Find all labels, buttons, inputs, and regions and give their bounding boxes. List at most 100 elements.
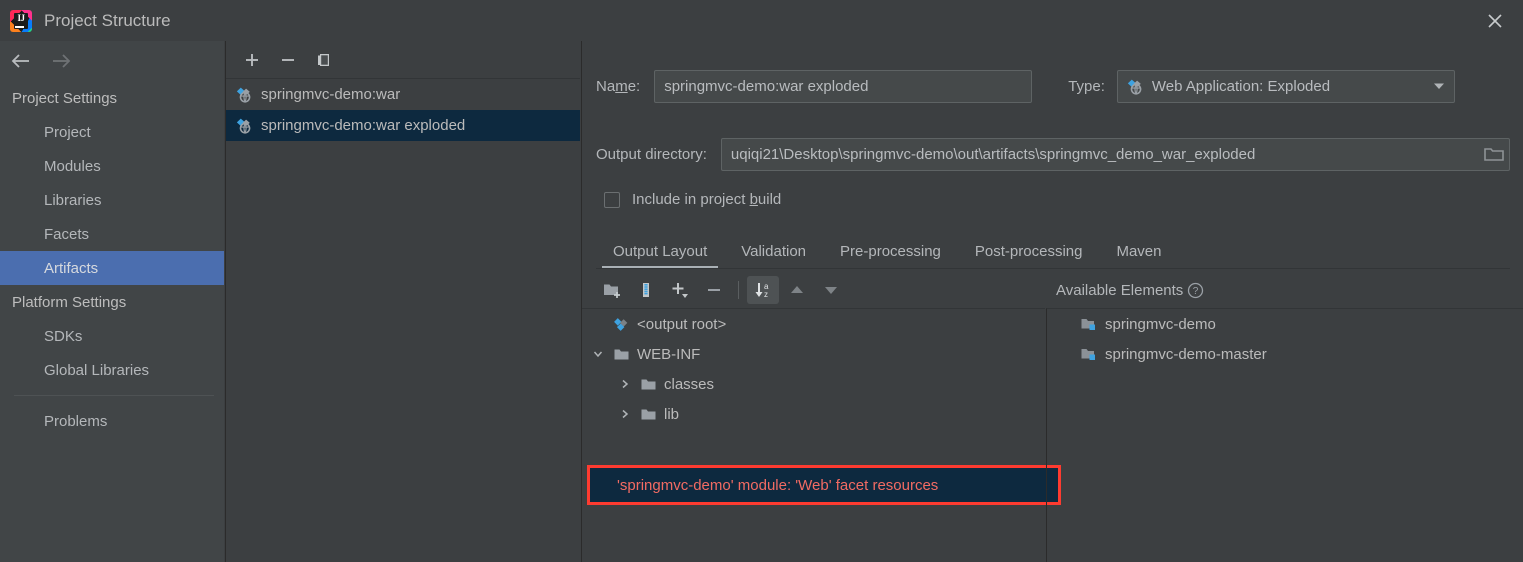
- create-archive-button[interactable]: [630, 276, 662, 304]
- move-up-button[interactable]: [781, 276, 813, 304]
- name-input-value: springmvc-demo:war exploded: [664, 77, 869, 95]
- tree-node[interactable]: <output root>: [582, 309, 1045, 339]
- logo-underbar: [15, 25, 24, 28]
- output-directory-label: Output directory:: [596, 145, 707, 163]
- back-button[interactable]: [8, 48, 34, 74]
- sidebar-item-facets[interactable]: Facets: [0, 217, 224, 251]
- minus-icon: [708, 289, 720, 291]
- output-directory-row: Output directory: uqiqi21\Desktop\spring…: [596, 137, 1510, 171]
- chevron-right-icon[interactable]: [617, 406, 633, 422]
- tab-validation[interactable]: Validation: [724, 243, 823, 269]
- create-directory-button[interactable]: [596, 276, 628, 304]
- tabs-divider: [596, 268, 1510, 269]
- sidebar-item-artifacts[interactable]: Artifacts: [0, 251, 224, 285]
- settings-sidebar: Project Settings Project Modules Librari…: [0, 41, 224, 562]
- folder-icon: [641, 409, 656, 419]
- new-folder-icon: [604, 284, 620, 298]
- sidebar-divider: [14, 395, 214, 396]
- available-element-item[interactable]: springmvc-demo: [1047, 309, 1523, 339]
- sidebar-item-modules[interactable]: Modules: [0, 149, 224, 183]
- folder-icon: [641, 379, 656, 389]
- close-button[interactable]: [1467, 0, 1523, 41]
- artifacts-list-panel: springmvc-demo:war springmvc-demo:war ex…: [225, 41, 580, 562]
- artifact-icon: [236, 87, 251, 103]
- type-dropdown[interactable]: Web Application: Exploded: [1116, 69, 1455, 103]
- artifact-label: springmvc-demo:war exploded: [261, 117, 466, 134]
- name-input[interactable]: springmvc-demo:war exploded: [654, 69, 1033, 103]
- navigation-arrows: [0, 41, 224, 81]
- tree-node-label: WEB-INF: [637, 345, 701, 363]
- tree-node[interactable]: lib: [582, 399, 1045, 429]
- output-directory-value: uqiqi21\Desktop\springmvc-demo\out\artif…: [730, 145, 1256, 163]
- svg-text:z: z: [764, 290, 768, 299]
- add-artifact-button[interactable]: [236, 46, 268, 74]
- sidebar-item-libraries[interactable]: Libraries: [0, 183, 224, 217]
- available-elements-label: Available Elements: [1056, 281, 1184, 299]
- title-bar: IJ Project Structure: [0, 0, 1523, 41]
- arrow-left-icon: [11, 54, 29, 68]
- folder-browse-icon[interactable]: [1483, 144, 1505, 164]
- remove-artifact-button[interactable]: [272, 46, 304, 74]
- add-element-button[interactable]: [664, 276, 696, 304]
- available-element-label: springmvc-demo: [1105, 315, 1216, 333]
- module-icon: [1081, 318, 1095, 330]
- chevron-down-icon: [1433, 83, 1444, 89]
- artifact-list-item[interactable]: springmvc-demo:war exploded: [226, 110, 580, 141]
- artifact-icon: [614, 317, 628, 331]
- facet-resources-label: 'springmvc-demo' module: 'Web' facet res…: [617, 476, 939, 494]
- name-type-row: Name: springmvc-demo:war exploded Type: …: [596, 69, 1510, 103]
- artifact-list-item[interactable]: springmvc-demo:war: [226, 79, 580, 110]
- sort-az-icon: a z: [755, 282, 769, 299]
- tab-output-layout[interactable]: Output Layout: [596, 243, 724, 269]
- output-layout-toolbar: a z: [590, 272, 1050, 308]
- checkbox-label: Include in project build: [632, 191, 782, 208]
- tree-node[interactable]: WEB-INF: [582, 339, 1045, 369]
- available-element-label: springmvc-demo-master: [1105, 345, 1267, 363]
- tree-node[interactable]: classes: [582, 369, 1045, 399]
- forward-button[interactable]: [48, 48, 74, 74]
- plus-icon: [246, 53, 258, 66]
- artifact-icon: [1127, 79, 1142, 95]
- sidebar-group-project-settings: Project Settings: [12, 89, 118, 107]
- help-icon[interactable]: ?: [1187, 282, 1204, 299]
- arrow-up-icon: [791, 286, 803, 293]
- tab-pre-processing[interactable]: Pre-processing: [823, 243, 958, 269]
- plus-dropdown-icon: [672, 283, 688, 298]
- chevron-right-icon[interactable]: [617, 376, 633, 392]
- facet-resources-element[interactable]: 'springmvc-demo' module: 'Web' facet res…: [587, 465, 1061, 505]
- include-in-project-build-checkbox[interactable]: Include in project build: [604, 191, 781, 208]
- type-label: Type:: [1068, 77, 1105, 95]
- folder-icon: [614, 349, 629, 359]
- sidebar-group-platform-settings: Platform Settings: [12, 293, 127, 311]
- output-layout-tree: <output root> WEB-INF classes lib 'sprin…: [582, 308, 1061, 562]
- detail-tabs: Output Layout Validation Pre-processing …: [596, 231, 1510, 269]
- sidebar-item-sdks[interactable]: SDKs: [0, 319, 224, 353]
- available-elements-tree: springmvc-demo springmvc-demo-master: [1046, 308, 1523, 562]
- checkbox-box[interactable]: [604, 191, 620, 208]
- sort-elements-button[interactable]: a z: [747, 276, 779, 304]
- sidebar-item-problems[interactable]: Problems: [0, 404, 224, 438]
- move-down-button[interactable]: [815, 276, 847, 304]
- artifact-detail-panel: Name: springmvc-demo:war exploded Type: …: [581, 41, 1523, 562]
- artifacts-toolbar: [226, 41, 580, 79]
- arrow-down-icon: [825, 287, 837, 294]
- minus-icon: [282, 58, 294, 61]
- remove-element-button[interactable]: [698, 276, 730, 304]
- copy-artifact-button[interactable]: [308, 46, 340, 74]
- tree-node-label: lib: [664, 405, 680, 423]
- tree-node-label: <output root>: [637, 315, 727, 333]
- available-element-item[interactable]: springmvc-demo-master: [1047, 339, 1523, 369]
- window-title: Project Structure: [44, 10, 171, 30]
- sidebar-item-project[interactable]: Project: [0, 115, 224, 149]
- close-icon: [1488, 13, 1502, 28]
- sidebar-item-global-libraries[interactable]: Global Libraries: [0, 353, 224, 387]
- artifact-icon: [236, 118, 251, 134]
- module-icon: [1081, 348, 1095, 360]
- tab-maven[interactable]: Maven: [1099, 243, 1178, 269]
- tab-post-processing[interactable]: Post-processing: [958, 243, 1100, 269]
- name-label: Name:: [596, 77, 641, 95]
- copy-icon: [318, 53, 329, 66]
- output-directory-input[interactable]: uqiqi21\Desktop\springmvc-demo\out\artif…: [720, 137, 1510, 171]
- artifact-label: springmvc-demo:war: [261, 86, 401, 103]
- chevron-down-icon[interactable]: [590, 346, 606, 362]
